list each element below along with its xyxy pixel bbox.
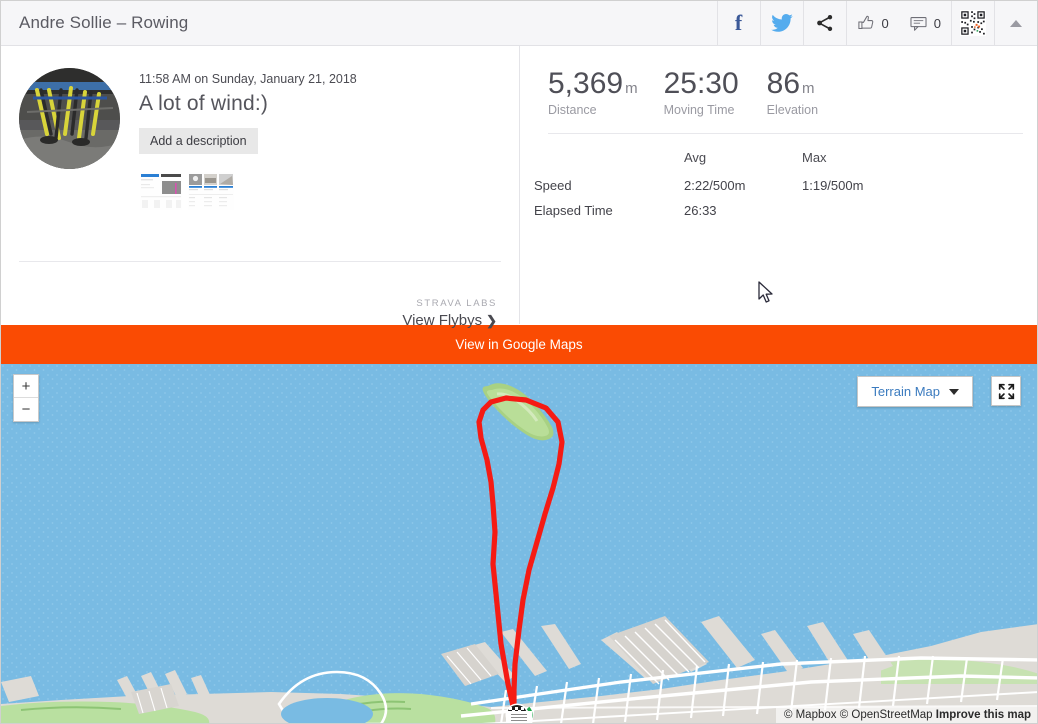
list-item[interactable] bbox=[188, 172, 234, 210]
map-zoom-controls: + − bbox=[13, 374, 39, 422]
stat-elevation-value: 86 bbox=[766, 67, 801, 100]
view-in-google-maps-banner[interactable]: View in Google Maps bbox=[1, 324, 1037, 364]
map-attribution-prefix: © Mapbox © OpenStreetMap bbox=[783, 709, 933, 721]
row-label-speed: Speed bbox=[534, 177, 572, 193]
activity-detail-section: 11:58 AM on Sunday, January 21, 2018 A l… bbox=[1, 46, 1037, 329]
screenshot-thumbnail-1 bbox=[140, 172, 182, 210]
improve-this-map-link[interactable]: Improve this map bbox=[936, 709, 1031, 721]
map-fullscreen-button[interactable] bbox=[991, 376, 1021, 406]
stat-elevation: 86 m Elevation bbox=[767, 68, 818, 117]
stat-moving-time-unit bbox=[739, 80, 741, 97]
kudos-count: 0 bbox=[881, 15, 889, 31]
handle-line bbox=[511, 713, 527, 715]
facebook-icon: f bbox=[734, 10, 743, 35]
stat-moving-time: 25:30 Moving Time bbox=[664, 68, 741, 117]
stat-distance-label: Distance bbox=[548, 102, 597, 117]
zoom-in-button[interactable]: + bbox=[14, 375, 38, 398]
comment-group[interactable]: 0 bbox=[899, 1, 951, 45]
stat-distance: 5,369 m Distance bbox=[548, 68, 638, 117]
comment-count: 0 bbox=[933, 15, 941, 31]
thumbs-up-icon bbox=[857, 15, 873, 29]
map-attribution: © Mapbox © OpenStreetMap Improve this ma… bbox=[775, 707, 1037, 723]
kudos-group[interactable]: 0 bbox=[845, 1, 899, 45]
qr-code-button[interactable] bbox=[951, 1, 994, 45]
activity-photo-thumbnails bbox=[140, 172, 357, 210]
screenshot-thumbnail-2 bbox=[188, 172, 234, 210]
share-button[interactable] bbox=[802, 1, 846, 45]
divider bbox=[19, 261, 501, 262]
row-label-elapsed-time: Elapsed Time bbox=[534, 202, 613, 218]
facebook-share-button[interactable]: f bbox=[716, 1, 760, 45]
table-row: Speed 2:22/500m 1:19/500m bbox=[534, 173, 934, 198]
col-header-max: Max bbox=[802, 149, 827, 165]
top-bar: Andre Sollie – Rowing f 0 0 bbox=[1, 1, 1037, 46]
collapse-panel-button[interactable] bbox=[994, 1, 1037, 45]
page-title: Andre Sollie – Rowing bbox=[19, 13, 189, 32]
twitter-icon bbox=[770, 14, 793, 32]
primary-stats: 5,369 m Distance 25:30 Moving Time 86 m El… bbox=[534, 68, 1037, 117]
divider bbox=[548, 132, 1023, 134]
stat-distance-unit: m bbox=[625, 80, 638, 97]
share-icon bbox=[816, 15, 832, 31]
comment-bubble-icon bbox=[910, 16, 927, 31]
activity-meta: 11:58 AM on Sunday, January 21, 2018 A l… bbox=[120, 68, 357, 210]
chevron-right-icon: ❯ bbox=[486, 313, 497, 328]
map-resize-handle[interactable] bbox=[506, 711, 532, 723]
stat-moving-time-label: Moving Time bbox=[663, 102, 735, 117]
stat-distance-value: 5,369 bbox=[548, 67, 624, 100]
handle-line bbox=[511, 716, 527, 718]
handle-line bbox=[511, 719, 527, 721]
fullscreen-expand-icon bbox=[998, 383, 1014, 399]
bicycle-photo-avatar bbox=[19, 68, 120, 169]
strava-labs-flybys: Strava Labs View Flybys ❯ bbox=[402, 298, 497, 330]
speed-max-value: 1:19/500m bbox=[802, 177, 864, 193]
elapsed-time-max-value bbox=[802, 198, 934, 223]
view-flybys-link[interactable]: View Flybys ❯ bbox=[402, 312, 497, 329]
view-in-google-maps-label: View in Google Maps bbox=[455, 337, 583, 352]
stat-elevation-unit: m bbox=[802, 80, 815, 97]
activity-datetime: 11:58 AM on Sunday, January 21, 2018 bbox=[139, 72, 357, 86]
chevron-down-icon bbox=[949, 388, 959, 395]
table-row: Elapsed Time 26:33 bbox=[534, 198, 934, 223]
col-header-avg: Avg bbox=[684, 149, 707, 165]
stat-elevation-label: Elevation bbox=[766, 102, 819, 117]
strava-labs-kicker: Strava Labs bbox=[416, 298, 497, 309]
twitter-share-button[interactable] bbox=[759, 1, 803, 45]
view-flybys-label: View Flybys bbox=[402, 312, 483, 329]
stat-moving-time-value: 25:30 bbox=[663, 67, 739, 100]
activity-map[interactable]: Alcatraz Island Fort Mason + − Terrain M… bbox=[1, 364, 1037, 723]
map-basemap bbox=[1, 364, 1037, 723]
chevron-up-icon bbox=[1010, 19, 1022, 27]
speed-avg-value: 2:22/500m bbox=[684, 177, 746, 193]
col-header-name bbox=[534, 146, 684, 173]
secondary-stats-table: Avg Max Speed 2:22/500m 1:19/500m Elapse… bbox=[534, 146, 934, 223]
activity-title: A lot of wind:) bbox=[139, 92, 269, 115]
strava-activity-window: Andre Sollie – Rowing f 0 0 11:58 AM on … bbox=[0, 0, 1038, 724]
map-type-label: Terrain Map bbox=[871, 384, 940, 399]
activity-summary-panel: 11:58 AM on Sunday, January 21, 2018 A l… bbox=[1, 46, 520, 329]
elapsed-time-avg-value: 26:33 bbox=[684, 202, 717, 218]
map-type-selector[interactable]: Terrain Map bbox=[857, 376, 973, 407]
activity-stats-panel: 5,369 m Distance 25:30 Moving Time 86 m El… bbox=[520, 46, 1037, 324]
list-item[interactable] bbox=[140, 172, 182, 210]
add-description-button[interactable]: Add a description bbox=[139, 128, 258, 154]
zoom-out-button[interactable]: − bbox=[14, 398, 38, 421]
avatar[interactable] bbox=[19, 68, 120, 169]
qr-code-icon bbox=[960, 10, 986, 36]
table-header-row: Avg Max bbox=[534, 146, 934, 173]
